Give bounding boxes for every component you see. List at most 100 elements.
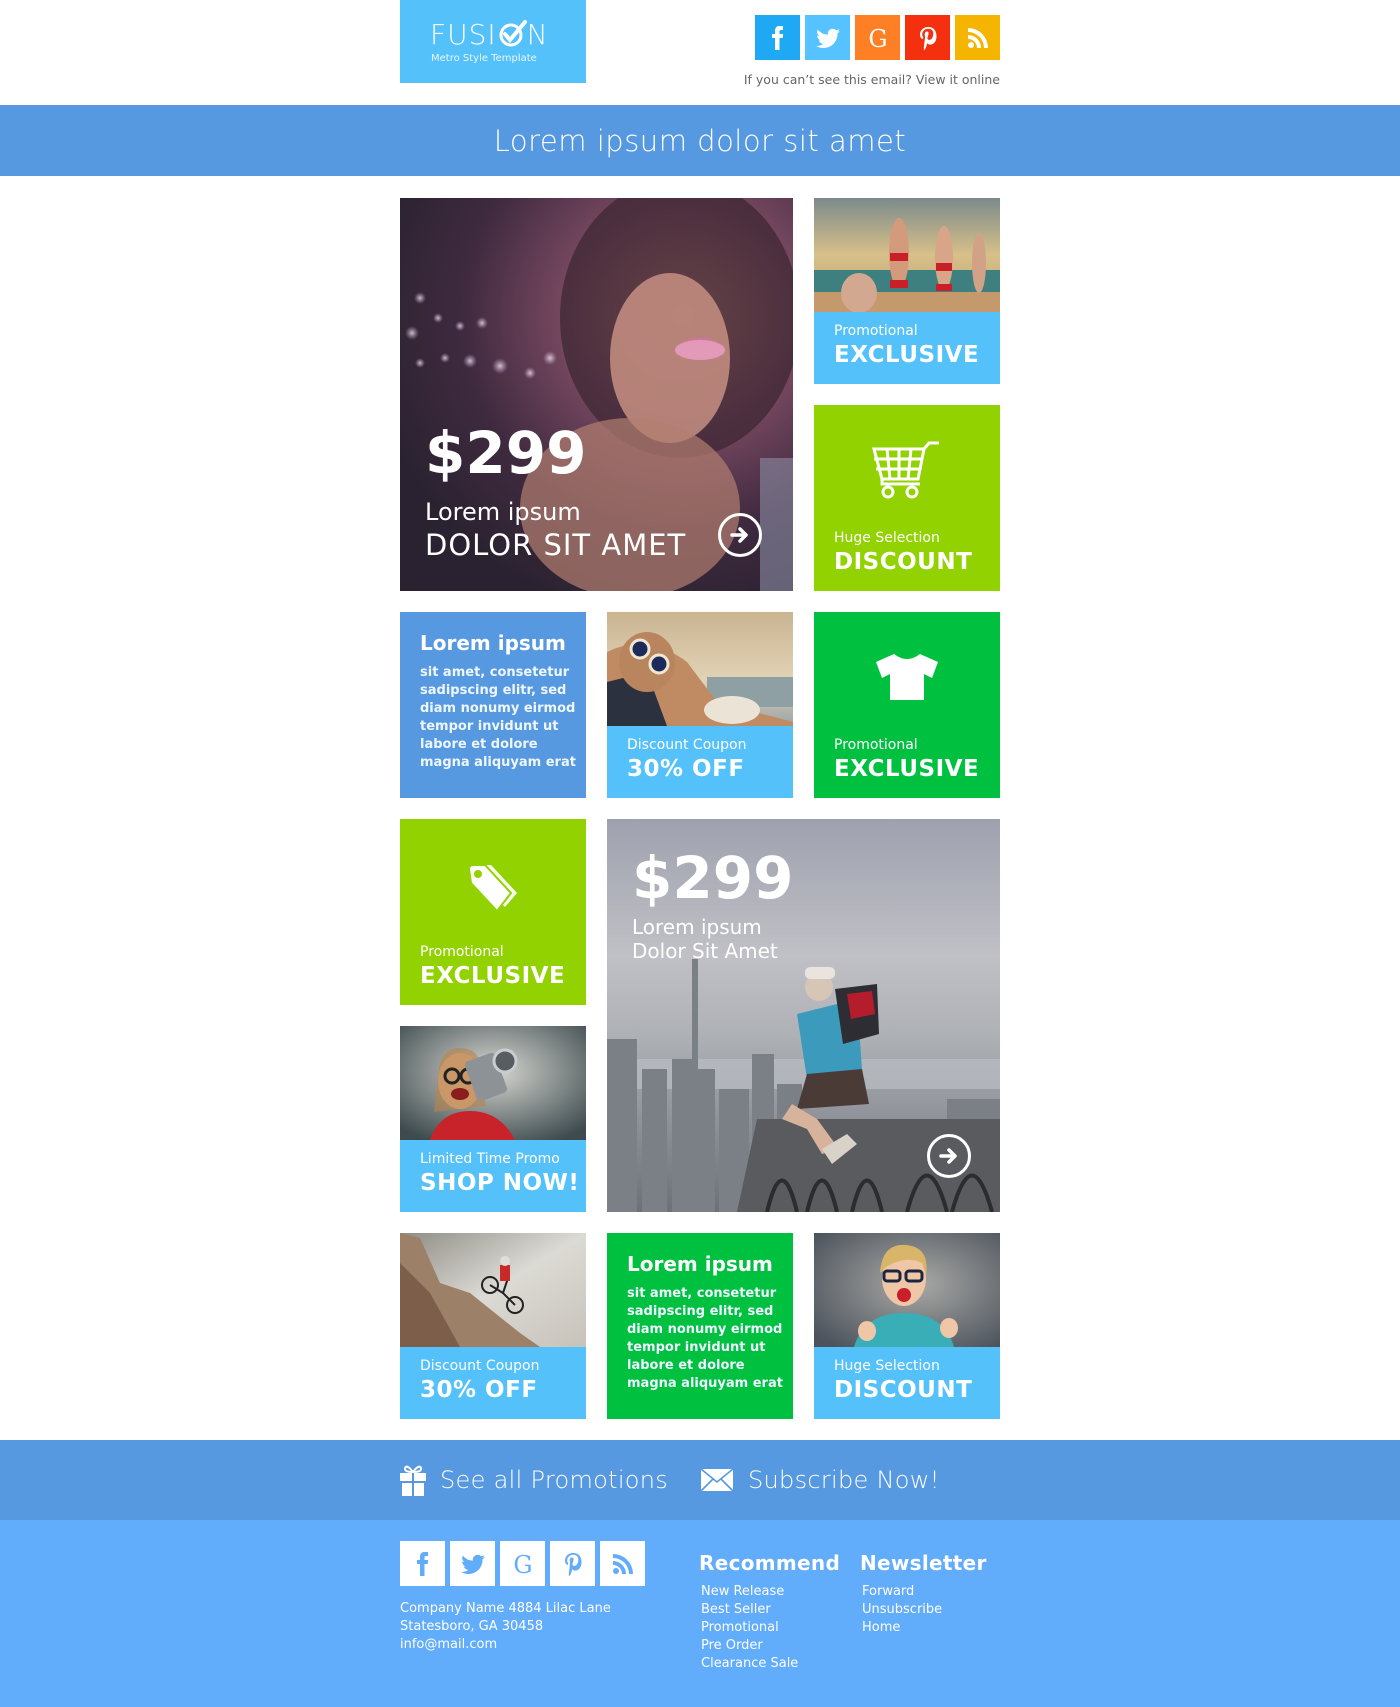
arrow-right-icon [730, 527, 748, 543]
svg-text:G: G [513, 1551, 532, 1578]
recommend-link-best-seller[interactable]: Best Seller [701, 1602, 771, 1617]
footer-newsletter-column: Newsletter Forward Unsubscribe Home [860, 1551, 987, 1637]
address-line-1: Company Name 4884 Lilac Lane [400, 1601, 611, 1616]
footer-twitter-button[interactable] [450, 1541, 495, 1586]
beach-big-label: EXCLUSIVE [834, 342, 980, 368]
recommend-link-promotional[interactable]: Promotional [701, 1620, 779, 1635]
biker-big-label: 30% OFF [420, 1377, 538, 1403]
footer: G Company Name 4884 Lilac Lane Statesbor… [0, 1520, 1400, 1707]
price-tag-icon [467, 864, 517, 913]
tile-camera-shop[interactable]: Limited Time Promo SHOP NOW! [400, 1026, 586, 1212]
email-link[interactable]: info@mail.com [400, 1637, 497, 1652]
subscribe-now-link[interactable]: Subscribe Now! [700, 1440, 940, 1520]
cart-small-label: Huge Selection [834, 530, 940, 546]
sunbather-big-label: 30% OFF [627, 756, 745, 782]
biker-small-label: Discount Coupon [420, 1358, 540, 1374]
see-all-promotions-label: See all Promotions [440, 1466, 669, 1494]
hero2-price: $299 [632, 844, 794, 912]
text2-title: Lorem ipsum [627, 1252, 773, 1276]
checkmark-o-icon [499, 20, 527, 47]
logo[interactable]: FUSI N Metro Style Template [400, 0, 586, 83]
twitter-icon [460, 1554, 485, 1574]
facebook-icon [416, 1551, 428, 1576]
camera-girl-photo [400, 1026, 586, 1140]
address-line-2: Statesboro, GA 30458 [400, 1619, 544, 1634]
footer-recommend-column: Recommend New Release Best Seller Promot… [699, 1551, 840, 1673]
footer-pinterest-button[interactable] [550, 1541, 595, 1586]
google-icon: G [513, 1551, 532, 1578]
tile-biker-coupon[interactable]: Discount Coupon 30% OFF [400, 1233, 586, 1419]
hero-tile-travel[interactable]: $299 Lorem ipsum Dolor Sit Amet [607, 819, 1000, 1212]
sunbather-photo [607, 612, 793, 726]
tile-excited-discount[interactable]: Huge Selection DISCOUNT [814, 1233, 1000, 1419]
newsletter-link-unsubscribe[interactable]: Unsubscribe [862, 1602, 942, 1617]
recommend-heading: Recommend [699, 1551, 841, 1575]
company-address: Company Name 4884 Lilac Lane Statesboro,… [400, 1600, 611, 1654]
view-online-link[interactable]: If you can’t see this email? View it onl… [744, 72, 1000, 87]
shopping-cart-icon [872, 441, 939, 499]
gift-icon [400, 1465, 426, 1496]
cart-big-label: DISCOUNT [834, 549, 973, 575]
hero2-arrow-button[interactable] [927, 1134, 971, 1178]
hero2-line2: Dolor Sit Amet [632, 939, 778, 963]
pinterest-icon [919, 26, 936, 50]
tag-small-label: Promotional [420, 944, 504, 960]
hero1-arrow-button[interactable] [718, 513, 762, 557]
beach-small-label: Promotional [834, 323, 918, 339]
footer-rss-button[interactable] [600, 1541, 645, 1586]
newsletter-heading: Newsletter [860, 1551, 987, 1575]
see-all-promotions-link[interactable]: See all Promotions [400, 1440, 668, 1520]
camera-small-label: Limited Time Promo [420, 1151, 560, 1167]
logo-wordmark: FUSI N [430, 18, 549, 51]
hero1-line1: Lorem ipsum [425, 498, 581, 526]
text1-body: sit amet, consetetur sadipscing elitr, s… [420, 665, 576, 770]
biker-photo [400, 1233, 586, 1347]
tile-shirt-exclusive[interactable]: Promotional EXCLUSIVE [814, 612, 1000, 798]
recommend-link-pre-order[interactable]: Pre Order [701, 1638, 763, 1653]
shirt-big-label: EXCLUSIVE [834, 756, 980, 782]
headline-title: Lorem ipsum dolor sit amet [493, 123, 907, 158]
camera-big-label: SHOP NOW! [420, 1170, 580, 1196]
facebook-icon [771, 25, 783, 50]
twitter-button[interactable] [805, 15, 850, 60]
hero-tile-fashion[interactable]: $299 Lorem ipsum DOLOR SIT AMET [400, 198, 793, 591]
excited-woman-photo [814, 1233, 1000, 1347]
tile-text-lorem-1[interactable]: Lorem ipsum sit amet, consetetur sadipsc… [400, 612, 586, 798]
shirt-small-label: Promotional [834, 737, 918, 753]
headline-banner: Lorem ipsum dolor sit amet [0, 105, 1400, 176]
recommend-link-new-release[interactable]: New Release [701, 1584, 784, 1599]
text1-title: Lorem ipsum [420, 631, 566, 655]
excited-big-label: DISCOUNT [834, 1377, 973, 1403]
recommend-link-clearance-sale[interactable]: Clearance Sale [701, 1656, 798, 1671]
beach-group-photo [814, 198, 1000, 312]
hero2-line1: Lorem ipsum [632, 915, 762, 939]
footer-google-button[interactable]: G [500, 1541, 545, 1586]
tile-beach-exclusive[interactable]: Promotional EXCLUSIVE [814, 198, 1000, 384]
text2-body: sit amet, consetetur sadipscing elitr, s… [627, 1286, 783, 1391]
tile-text-lorem-2[interactable]: Lorem ipsum sit amet, consetetur sadipsc… [607, 1233, 793, 1419]
newsletter-link-home[interactable]: Home [862, 1620, 900, 1635]
google-icon: G [868, 25, 887, 52]
footer-facebook-button[interactable] [400, 1541, 445, 1586]
svg-text:G: G [868, 25, 887, 52]
sunbather-small-label: Discount Coupon [627, 737, 747, 753]
pinterest-button[interactable] [905, 15, 950, 60]
hero1-price: $299 [425, 419, 587, 487]
tile-tag-exclusive[interactable]: Promotional EXCLUSIVE [400, 819, 586, 1005]
hero1-line2: DOLOR SIT AMET [425, 528, 687, 562]
tile-sunbather-coupon[interactable]: Discount Coupon 30% OFF [607, 612, 793, 798]
rss-icon [967, 27, 988, 48]
facebook-button[interactable] [755, 15, 800, 60]
tag-big-label: EXCLUSIVE [420, 963, 566, 989]
rss-button[interactable] [955, 15, 1000, 60]
subscribe-now-label: Subscribe Now! [748, 1466, 940, 1494]
google-button[interactable]: G [855, 15, 900, 60]
logo-tagline: Metro Style Template [431, 53, 537, 64]
twitter-icon [815, 28, 840, 48]
excited-small-label: Huge Selection [834, 1358, 940, 1374]
arrow-right-icon [939, 1148, 957, 1164]
tile-cart-discount[interactable]: Huge Selection DISCOUNT [814, 405, 1000, 591]
rss-icon [612, 1553, 633, 1574]
newsletter-link-forward[interactable]: Forward [862, 1584, 914, 1599]
envelope-icon [700, 1468, 734, 1492]
